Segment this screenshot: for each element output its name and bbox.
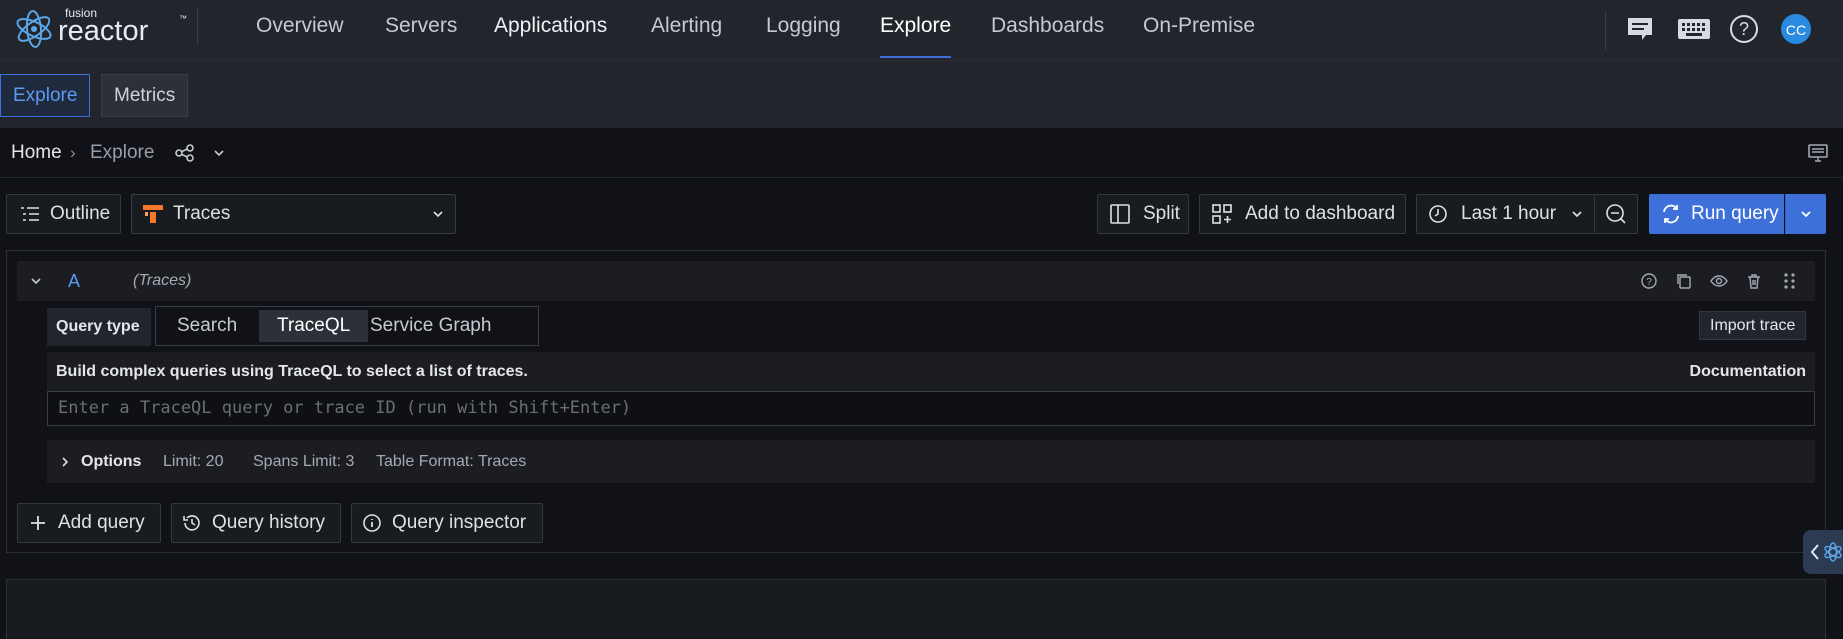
outline-button[interactable]: Outline <box>6 194 121 234</box>
zoom-out-button[interactable] <box>1594 194 1638 234</box>
traceql-info-row: Build complex queries using TraceQL to s… <box>47 352 1815 392</box>
query-history-label: Query history <box>212 512 325 533</box>
fusionreactor-logo[interactable]: fusion reactor ™ <box>12 2 192 52</box>
query-row-header: A (Traces) ? <box>17 261 1815 301</box>
split-icon <box>1110 204 1130 224</box>
datasource-chevron-down-icon <box>433 211 443 218</box>
nav-on-premise[interactable]: On-Premise <box>1143 0 1255 60</box>
brand-tm: ™ <box>179 14 187 23</box>
query-type-label: Query type <box>47 308 151 346</box>
run-query-options[interactable] <box>1785 194 1826 234</box>
help-icon[interactable]: ? <box>1729 14 1759 44</box>
trash-icon[interactable] <box>1745 272 1763 290</box>
nav-right-divider <box>1605 10 1606 50</box>
traceql-query-input[interactable]: Enter a TraceQL query or trace ID (run w… <box>47 391 1815 426</box>
query-history-button[interactable]: Query history <box>171 503 341 543</box>
refresh-icon <box>1663 204 1679 224</box>
query-ref-id[interactable]: A <box>68 261 80 301</box>
option-table-format: Table Format: Traces <box>376 453 527 470</box>
breadcrumb-separator: › <box>70 143 76 162</box>
add-query-button[interactable]: Add query <box>17 503 161 543</box>
split-label: Split <box>1143 203 1180 224</box>
results-panel <box>6 579 1826 639</box>
datasource-label: Traces <box>173 203 231 224</box>
query-datasource-note: (Traces) <box>133 272 192 289</box>
query-help-icon[interactable]: ? <box>1640 272 1658 290</box>
nav-servers[interactable]: Servers <box>385 0 457 60</box>
breadcrumb-current: Explore <box>90 142 155 163</box>
query-inspector-label: Query inspector <box>392 512 527 533</box>
nav-logging[interactable]: Logging <box>766 0 841 60</box>
zoom-out-icon <box>1606 204 1626 224</box>
duplicate-query-icon[interactable] <box>1675 272 1693 290</box>
query-editor-panel: A (Traces) ? Query type Search TraceQL S… <box>6 250 1826 553</box>
plus-icon <box>31 516 45 530</box>
query-type-service-graph[interactable]: Service Graph <box>352 310 509 342</box>
clock-icon <box>1429 205 1447 223</box>
time-range-chevron-down-icon <box>1572 211 1582 218</box>
traces-icon <box>143 205 163 223</box>
svg-text:?: ? <box>1739 19 1749 39</box>
options-label: Options <box>81 453 142 470</box>
add-query-label: Add query <box>58 512 145 533</box>
collapse-chevron-icon[interactable] <box>29 274 43 288</box>
option-spans-limit: Spans Limit: 3 <box>253 453 355 470</box>
logo-divider <box>197 8 198 46</box>
drag-handle-icon[interactable] <box>1782 272 1798 290</box>
info-icon <box>363 514 381 532</box>
svg-text:?: ? <box>1646 277 1652 288</box>
tab-explore[interactable]: Explore <box>0 74 91 117</box>
history-icon <box>183 515 200 531</box>
apps-grid-icon <box>1212 204 1232 224</box>
documentation-link[interactable]: Documentation <box>1690 352 1806 392</box>
add-to-dashboard-label: Add to dashboard <box>1245 203 1396 224</box>
share-icon[interactable] <box>175 144 195 162</box>
nav-alerting[interactable]: Alerting <box>651 0 722 60</box>
nav-explore[interactable]: Explore <box>880 0 952 60</box>
keyboard-icon[interactable] <box>1677 14 1711 44</box>
add-to-dashboard-button[interactable]: Add to dashboard <box>1199 194 1406 234</box>
top-navigation: fusion reactor ™ Overview Servers Applic… <box>0 0 1843 60</box>
query-type-selector: Search TraceQL Service Graph <box>155 306 539 346</box>
option-limit: Limit: 20 <box>163 453 224 470</box>
breadcrumb: Home › Explore <box>0 128 1843 178</box>
outline-list-icon <box>21 207 39 221</box>
collapse-left-icon <box>1810 542 1842 562</box>
outline-label: Outline <box>50 203 111 224</box>
run-chevron-down-icon <box>1800 211 1811 218</box>
breadcrumb-home[interactable]: Home <box>11 128 62 178</box>
eye-icon[interactable] <box>1710 272 1728 290</box>
share-chevron-down-icon[interactable] <box>212 144 226 162</box>
nav-applications[interactable]: Applications <box>494 0 607 60</box>
side-panel-toggle[interactable] <box>1803 530 1843 574</box>
run-query-button[interactable]: Run query <box>1649 194 1784 234</box>
brand-name: reactor <box>58 15 149 47</box>
split-button[interactable]: Split <box>1097 194 1189 234</box>
sub-tab-bar: Explore Metrics <box>0 60 1843 128</box>
nav-dashboards[interactable]: Dashboards <box>991 0 1104 60</box>
nav-overview[interactable]: Overview <box>256 0 344 60</box>
tab-metrics[interactable]: Metrics <box>101 74 189 117</box>
run-query-label: Run query <box>1691 203 1779 224</box>
time-range-picker[interactable]: Last 1 hour <box>1416 194 1595 234</box>
query-inspector-button[interactable]: Query inspector <box>351 503 543 543</box>
traceql-description: Build complex queries using TraceQL to s… <box>56 363 528 380</box>
import-trace-button[interactable]: Import trace <box>1699 311 1807 340</box>
query-type-search[interactable]: Search <box>159 310 255 342</box>
options-row[interactable]: Options Limit: 20 Spans Limit: 3 Table F… <box>47 440 1815 483</box>
avatar-initials: CC <box>1786 22 1806 38</box>
datasource-picker[interactable]: Traces <box>131 194 456 234</box>
time-range-label: Last 1 hour <box>1461 203 1557 224</box>
user-avatar[interactable]: CC <box>1780 13 1812 45</box>
chat-icon[interactable] <box>1625 14 1655 44</box>
kiosk-mode-icon[interactable] <box>1807 143 1829 163</box>
chevron-right-icon <box>62 457 69 467</box>
